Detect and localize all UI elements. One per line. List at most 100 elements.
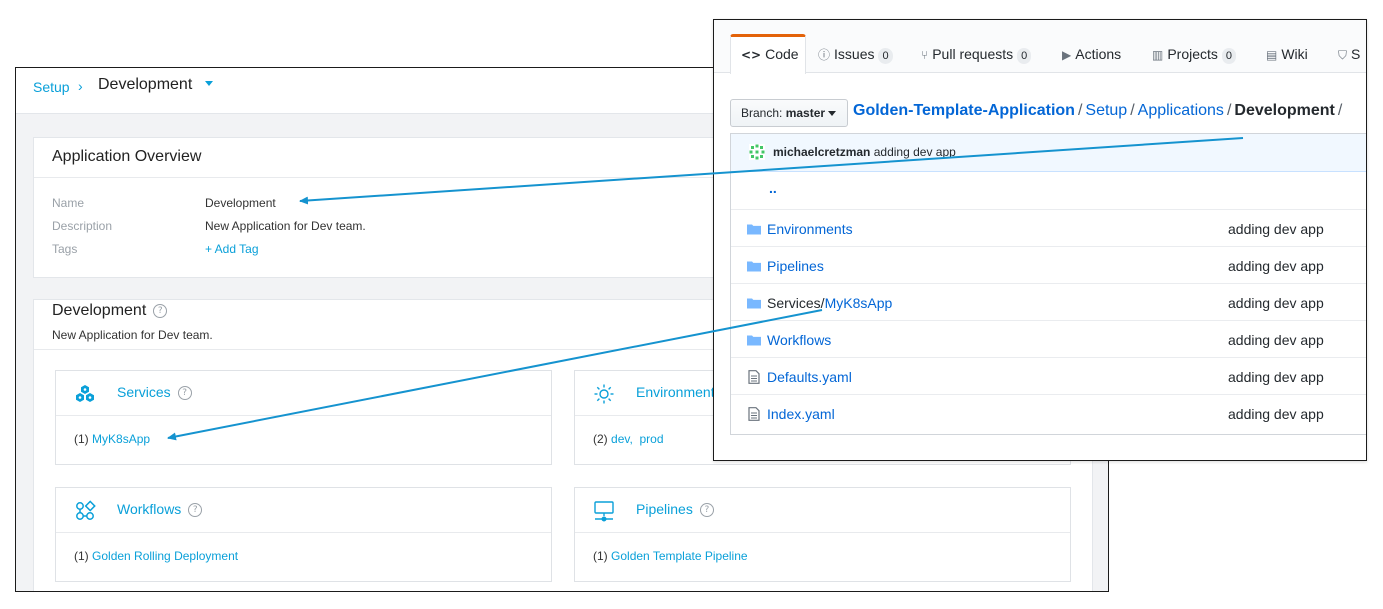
- folder-link-environments[interactable]: Environments: [767, 221, 853, 237]
- path-separator: /: [1130, 102, 1135, 119]
- pull-requests-count: 0: [1017, 48, 1032, 64]
- name-label: Name: [52, 196, 85, 210]
- tab-issues[interactable]: ⓘ Issues 0: [818, 46, 893, 64]
- tab-wiki[interactable]: ▤ Wiki: [1266, 46, 1308, 62]
- workflow-link[interactable]: Golden Rolling Deployment: [92, 549, 238, 563]
- environments-title-text: Environments: [636, 384, 722, 400]
- parent-directory-row[interactable]: ..: [731, 172, 1366, 209]
- commit-author[interactable]: michaelcretzman: [773, 145, 870, 159]
- branch-prefix: Branch:: [741, 106, 783, 120]
- help-icon[interactable]: ?: [177, 386, 192, 401]
- file-name: Workflows: [767, 332, 831, 348]
- application-description: New Application for Dev team.: [52, 328, 213, 342]
- file-row: Index.yaml adding dev app: [731, 394, 1366, 431]
- file-commit-message[interactable]: adding dev app: [1228, 295, 1324, 311]
- branch-name: master: [785, 106, 826, 120]
- file-commit-message[interactable]: adding dev app: [1228, 406, 1324, 422]
- file-icon: [748, 370, 760, 384]
- tags-label: Tags: [52, 242, 78, 256]
- file-path-breadcrumb: Golden-Template-Application / Setup / Applic…: [853, 102, 1345, 120]
- file-row: Environments adding dev app: [731, 209, 1366, 246]
- parent-directory-link[interactable]: ..: [769, 180, 777, 196]
- path-current: Development: [1234, 102, 1335, 119]
- help-icon[interactable]: ?: [699, 503, 714, 518]
- file-name: Environments: [767, 221, 853, 237]
- file-row: Defaults.yaml adding dev app: [731, 357, 1366, 394]
- breadcrumb-setup-link[interactable]: Setup: [33, 79, 70, 95]
- environment-link-prod[interactable]: prod: [639, 432, 663, 446]
- tab-code[interactable]: <> Code: [741, 46, 799, 62]
- breadcrumb-separator: ›: [78, 78, 83, 94]
- description-value: New Application for Dev team.: [205, 219, 366, 233]
- avatar[interactable]: [749, 144, 765, 160]
- tile-header: Pipelines?: [575, 488, 1070, 533]
- file-commit-message[interactable]: adding dev app: [1228, 332, 1324, 348]
- project-icon: ▥: [1152, 48, 1164, 62]
- repo-tab-bar: <> Code ⓘ Issues 0 ⑂ Pull requests 0 ▶ Actions…: [714, 20, 1366, 74]
- folder-link-workflows[interactable]: Workflows: [767, 332, 831, 348]
- workflows-title[interactable]: Workflows?: [117, 501, 203, 518]
- path-link-setup[interactable]: Setup: [1085, 102, 1127, 119]
- application-title-text: Development: [52, 302, 147, 319]
- workflows-count: (1): [74, 549, 89, 563]
- file-commit-message[interactable]: adding dev app: [1228, 369, 1324, 385]
- branch-selector-button[interactable]: Branch: master: [730, 99, 848, 127]
- folder-icon: [747, 335, 761, 346]
- path-link-applications[interactable]: Applications: [1138, 102, 1224, 119]
- tab-projects[interactable]: ▥ Projects 0: [1152, 46, 1237, 64]
- services-tile: Services? (1) MyK8sApp: [55, 370, 552, 465]
- help-icon[interactable]: ?: [153, 303, 168, 318]
- services-title[interactable]: Services?: [117, 384, 192, 401]
- services-list: (1) MyK8sApp: [74, 432, 150, 446]
- workflows-tile: Workflows? (1) Golden Rolling Deployment: [55, 487, 552, 582]
- pipeline-link[interactable]: Golden Template Pipeline: [611, 549, 748, 563]
- file-row: Workflows adding dev app: [731, 320, 1366, 357]
- tab-security[interactable]: ⛉ S: [1338, 46, 1360, 63]
- play-icon: ▶: [1062, 48, 1072, 62]
- path-separator: /: [1077, 102, 1083, 119]
- folder-icon: [747, 298, 761, 309]
- file-link-defaults-yaml[interactable]: Defaults.yaml: [767, 369, 852, 385]
- file-icon: [748, 407, 760, 421]
- commit-message[interactable]: adding dev app: [874, 145, 956, 159]
- tab-actions[interactable]: ▶ Actions: [1062, 46, 1121, 62]
- app-switcher-caret-icon[interactable]: [205, 81, 213, 86]
- workflows-icon: [76, 500, 96, 520]
- pipelines-list: (1) Golden Template Pipeline: [593, 549, 748, 563]
- file-name: Defaults.yaml: [767, 369, 852, 385]
- tab-pull-requests[interactable]: ⑂ Pull requests 0: [921, 46, 1032, 64]
- code-icon: <>: [741, 48, 762, 62]
- tab-issues-label: Issues: [834, 46, 875, 62]
- environments-list: (2) dev, prod: [593, 432, 664, 446]
- folder-link-myk8sapp[interactable]: MyK8sApp: [825, 295, 893, 311]
- pipelines-count: (1): [593, 549, 608, 563]
- file-link-index-yaml[interactable]: Index.yaml: [767, 406, 835, 422]
- shield-icon: ⛉: [1338, 48, 1348, 62]
- issues-count: 0: [878, 48, 893, 64]
- folder-prefix-services[interactable]: Services/: [767, 295, 825, 311]
- name-value: Development: [205, 196, 276, 210]
- file-commit-message[interactable]: adding dev app: [1228, 221, 1324, 237]
- add-tag-link[interactable]: + Add Tag: [205, 242, 259, 256]
- help-icon[interactable]: ?: [188, 503, 203, 518]
- services-title-text: Services: [117, 384, 171, 400]
- issue-icon: ⓘ: [818, 48, 831, 62]
- description-label: Description: [52, 219, 113, 233]
- folder-link-pipelines[interactable]: Pipelines: [767, 258, 824, 274]
- latest-commit-text: michaelcretzman adding dev app: [773, 145, 956, 159]
- environments-title[interactable]: Environments: [636, 384, 722, 400]
- tab-projects-label: Projects: [1167, 46, 1218, 62]
- folder-icon: [747, 224, 761, 235]
- tab-code-label: Code: [765, 46, 799, 62]
- environment-link-dev[interactable]: dev,: [611, 432, 633, 446]
- file-name: Index.yaml: [767, 406, 835, 422]
- tile-header: Services?: [56, 371, 551, 416]
- file-row: Pipelines adding dev app: [731, 246, 1366, 283]
- file-commit-message[interactable]: adding dev app: [1228, 258, 1324, 274]
- service-link-myk8sapp[interactable]: MyK8sApp: [92, 432, 150, 446]
- repo-link[interactable]: Golden-Template-Application: [853, 102, 1075, 119]
- pipelines-title[interactable]: Pipelines?: [636, 501, 714, 518]
- breadcrumb-current: Development: [98, 76, 193, 93]
- tab-actions-label: Actions: [1075, 46, 1122, 62]
- github-window: <> Code ⓘ Issues 0 ⑂ Pull requests 0 ▶ Actions…: [713, 19, 1367, 461]
